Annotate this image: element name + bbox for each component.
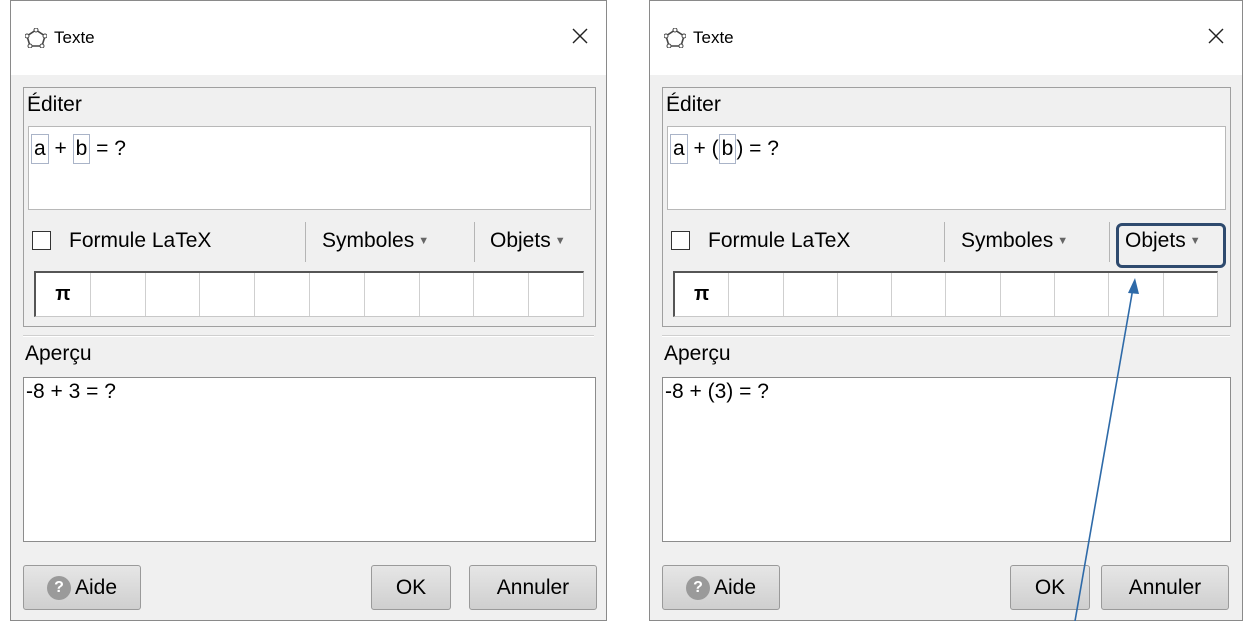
help-icon: ?	[685, 575, 710, 600]
preview-label: Aperçu	[664, 342, 731, 365]
objects-label: Objets	[490, 229, 551, 252]
close-icon[interactable]	[562, 18, 598, 54]
symbol-button[interactable]	[946, 273, 1001, 316]
object-chip-a[interactable]: a	[31, 134, 49, 164]
symbol-bar: π	[34, 271, 584, 317]
editor-text: +	[48, 137, 73, 160]
ok-button[interactable]: OK	[1010, 565, 1090, 610]
text-dialog-left: Texte Éditer a + b = ? Formule LaTeX Sym…	[10, 0, 607, 621]
editor-text: + (	[687, 137, 719, 160]
symbol-button[interactable]	[365, 273, 420, 316]
dialog-title: Texte	[54, 28, 95, 47]
editor-text: ) = ?	[736, 137, 779, 160]
latex-checkbox[interactable]	[671, 231, 690, 250]
symbol-button[interactable]	[892, 273, 947, 316]
options-row: Formule LaTeX Symboles ▼ Objets ▼	[24, 218, 595, 266]
geogebra-logo-icon	[664, 28, 686, 48]
text-dialog-right: Texte Éditer a + (b) = ? Formule LaTeX S…	[649, 0, 1243, 621]
latex-label[interactable]: Formule LaTeX	[69, 229, 211, 253]
symbol-button[interactable]	[91, 273, 146, 316]
symbol-button[interactable]	[310, 273, 365, 316]
symbols-label: Symboles	[322, 229, 415, 252]
text-editor[interactable]: a + (b) = ?	[667, 126, 1226, 210]
symbol-button[interactable]	[1001, 273, 1056, 316]
symbol-button[interactable]	[200, 273, 256, 316]
latex-checkbox[interactable]	[32, 231, 51, 250]
close-icon[interactable]	[1198, 18, 1234, 54]
symbol-button[interactable]	[1164, 273, 1217, 316]
dialog-title: Texte	[693, 28, 734, 47]
symbols-menu-button[interactable]: Symboles ▼	[322, 229, 429, 253]
object-chip-b[interactable]: b	[72, 134, 91, 164]
symbol-button[interactable]	[784, 273, 838, 316]
title-bar: Texte	[650, 1, 1242, 75]
symbol-button[interactable]	[838, 273, 893, 316]
symbol-button[interactable]	[1055, 273, 1110, 316]
divider	[474, 222, 475, 262]
section-divider	[662, 335, 1230, 337]
symbol-button[interactable]	[729, 273, 784, 316]
editor-text: = ?	[90, 137, 126, 160]
symbols-menu-button[interactable]: Symboles ▼	[961, 229, 1068, 253]
ok-button[interactable]: OK	[371, 565, 451, 610]
symbol-button[interactable]	[474, 273, 530, 316]
title-bar: Texte	[11, 1, 606, 75]
cancel-button[interactable]: Annuler	[1101, 565, 1229, 610]
edit-panel: Éditer a + b = ? Formule LaTeX Symboles ▼…	[23, 87, 596, 327]
preview-box: -8 + (3) = ?	[662, 377, 1231, 542]
help-button[interactable]: ? Aide	[23, 565, 141, 610]
help-button[interactable]: ? Aide	[662, 565, 780, 610]
symbol-button-pi[interactable]: π	[36, 273, 91, 316]
symbol-button[interactable]	[420, 273, 475, 316]
object-chip-a[interactable]: a	[670, 134, 688, 164]
dropdown-arrow-icon: ▼	[554, 235, 566, 247]
symbol-button[interactable]	[255, 273, 310, 316]
latex-label[interactable]: Formule LaTeX	[708, 229, 850, 253]
dropdown-arrow-icon: ▼	[418, 235, 430, 247]
help-icon: ?	[46, 575, 71, 600]
symbol-bar: π	[673, 271, 1218, 317]
geogebra-logo-icon	[25, 28, 47, 48]
help-label: Aide	[74, 575, 118, 599]
divider	[944, 222, 945, 262]
edit-panel: Éditer a + (b) = ? Formule LaTeX Symbole…	[662, 87, 1231, 327]
preview-box: -8 + 3 = ?	[23, 377, 596, 542]
symbol-button[interactable]	[529, 273, 583, 316]
objects-highlight-box	[1116, 223, 1226, 268]
preview-label: Aperçu	[25, 342, 92, 365]
object-chip-b[interactable]: b	[718, 134, 737, 164]
help-label: Aide	[713, 575, 757, 599]
symbol-button-pi[interactable]: π	[675, 273, 730, 316]
edit-label: Éditer	[27, 93, 82, 116]
edit-label: Éditer	[666, 93, 721, 116]
symbol-button[interactable]	[146, 273, 201, 316]
section-divider	[23, 335, 594, 337]
divider	[1109, 222, 1110, 262]
text-editor[interactable]: a + b = ?	[28, 126, 591, 210]
objects-menu-button[interactable]: Objets ▼	[490, 229, 566, 253]
symbols-label: Symboles	[961, 229, 1054, 252]
dropdown-arrow-icon: ▼	[1057, 235, 1069, 247]
cancel-button[interactable]: Annuler	[469, 565, 597, 610]
divider	[305, 222, 306, 262]
symbol-button[interactable]	[1109, 273, 1164, 316]
